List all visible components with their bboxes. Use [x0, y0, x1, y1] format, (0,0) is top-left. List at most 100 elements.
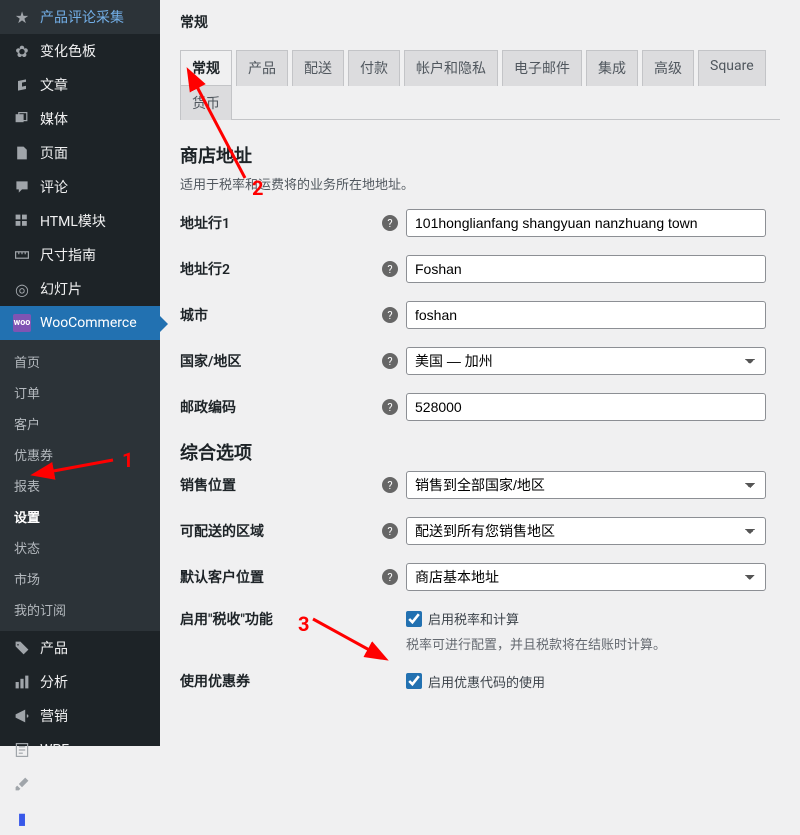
content-area: 常规 常规 产品 配送 付款 帐户和隐私 电子邮件 集成 高级 Square 货…	[160, 0, 800, 721]
sidebar-item-reviews[interactable]: ★ 产品评论采集	[0, 0, 160, 34]
checkbox-coupons-label: 启用优惠代码的使用	[428, 672, 545, 691]
input-address2[interactable]	[406, 255, 766, 283]
submenu-customers[interactable]: 客户	[0, 408, 160, 439]
label-default-customer: 默认客户位置	[180, 567, 380, 587]
label-shipping-location: 可配送的区域	[180, 521, 380, 541]
submenu-settings[interactable]: 设置	[0, 501, 160, 532]
help-icon[interactable]: ?	[382, 523, 398, 539]
label-enable-tax: 启用"税收"功能	[180, 609, 380, 629]
sidebar-item-slides[interactable]: ◎幻灯片	[0, 272, 160, 306]
select-default-customer[interactable]: 商店基本地址	[406, 563, 766, 591]
sidebar-item-theme-settings[interactable]: ▮ 主题设置	[0, 801, 160, 835]
submenu-reports[interactable]: 报表	[0, 470, 160, 501]
help-icon[interactable]: ?	[382, 261, 398, 277]
sidebar-label: 产品评论采集	[40, 7, 124, 27]
submenu-orders[interactable]: 订单	[0, 377, 160, 408]
palette-icon: ✿	[12, 41, 32, 61]
label-address1: 地址行1	[180, 213, 380, 233]
sidebar-label: 文章	[40, 75, 68, 95]
megaphone-icon	[12, 706, 32, 726]
sidebar-item-marketing[interactable]: 营销	[0, 699, 160, 733]
row-coupons: 使用优惠券 启用优惠代码的使用	[180, 671, 780, 691]
sidebar-label: 主题设置	[40, 808, 96, 828]
sidebar-item-comments[interactable]: 评论	[0, 170, 160, 204]
tab-square[interactable]: Square	[698, 50, 766, 86]
tab-emails[interactable]: 电子邮件	[502, 50, 582, 86]
row-enable-tax: 启用"税收"功能 启用税率和计算 税率可进行配置，并且税款将在结账时计算。	[180, 609, 780, 653]
sidebar-item-posts[interactable]: 文章	[0, 68, 160, 102]
tab-accounts[interactable]: 帐户和隐私	[404, 50, 498, 86]
general-options-title: 综合选项	[180, 439, 780, 465]
page-title: 常规	[160, 0, 800, 32]
admin-sidebar: ★ 产品评论采集 ✿ 变化色板 文章 媒体 页面 评论 HTML模块 尺寸指南 ◎幻…	[0, 0, 160, 746]
sidebar-label: WPForms	[40, 742, 101, 758]
label-country: 国家/地区	[180, 351, 380, 371]
sidebar-item-pages[interactable]: 页面	[0, 136, 160, 170]
star-icon: ★	[12, 7, 32, 27]
ruler-icon	[12, 245, 32, 265]
submenu-home[interactable]: 首页	[0, 346, 160, 377]
submenu-coupons[interactable]: 优惠券	[0, 439, 160, 470]
row-address2: 地址行2 ?	[180, 255, 780, 283]
label-coupons: 使用优惠券	[180, 671, 380, 691]
sidebar-item-media[interactable]: 媒体	[0, 102, 160, 136]
help-icon[interactable]: ?	[382, 307, 398, 323]
tab-payments[interactable]: 付款	[348, 50, 400, 86]
sidebar-label: 页面	[40, 143, 68, 163]
help-icon[interactable]: ?	[382, 353, 398, 369]
tab-advanced[interactable]: 高级	[642, 50, 694, 86]
checkbox-coupons[interactable]	[406, 673, 422, 689]
select-selling-location[interactable]: 销售到全部国家/地区	[406, 471, 766, 499]
wpforms-icon	[12, 740, 32, 760]
checkbox-coupons-wrap[interactable]: 启用优惠代码的使用	[406, 672, 780, 691]
comment-icon	[12, 177, 32, 197]
sidebar-item-analytics[interactable]: 分析	[0, 665, 160, 699]
select-shipping-location[interactable]: 配送到所有您销售地区	[406, 517, 766, 545]
annotation-number-2: 2	[252, 176, 263, 200]
tab-integration[interactable]: 集成	[586, 50, 638, 86]
store-address-desc: 适用于税率和运费将的业务所在地地址。	[180, 174, 780, 193]
tab-products[interactable]: 产品	[236, 50, 288, 86]
row-address1: 地址行1 ?	[180, 209, 780, 237]
sidebar-item-swatches[interactable]: ✿ 变化色板	[0, 34, 160, 68]
label-postcode: 邮政编码	[180, 397, 380, 417]
sidebar-label: 变化色板	[40, 41, 96, 61]
submenu-subscriptions[interactable]: 我的订阅	[0, 594, 160, 625]
select-country[interactable]: 美国 — 加州	[406, 347, 766, 375]
submenu-status[interactable]: 状态	[0, 532, 160, 563]
sidebar-label: 评论	[40, 177, 68, 197]
help-icon[interactable]: ?	[382, 399, 398, 415]
help-icon[interactable]: ?	[382, 215, 398, 231]
sidebar-item-sizeguide[interactable]: 尺寸指南	[0, 238, 160, 272]
settings-tabs: 常规 产品 配送 付款 帐户和隐私 电子邮件 集成 高级 Square 货币	[180, 50, 780, 120]
annotation-number-1: 1	[122, 448, 133, 472]
row-city: 城市 ?	[180, 301, 780, 329]
slides-icon: ◎	[12, 279, 32, 299]
sidebar-item-woocommerce[interactable]: woo WooCommerce	[0, 306, 160, 340]
help-icon[interactable]: ?	[382, 569, 398, 585]
sidebar-item-products[interactable]: 产品	[0, 631, 160, 665]
submenu-market[interactable]: 市场	[0, 563, 160, 594]
checkbox-enable-tax-wrap[interactable]: 启用税率和计算	[406, 609, 780, 628]
sidebar-item-appearance[interactable]: 外观	[0, 767, 160, 801]
annotation-number-3: 3	[298, 612, 309, 636]
sidebar-label: 分析	[40, 672, 68, 692]
product-icon	[12, 638, 32, 658]
sidebar-item-html[interactable]: HTML模块	[0, 204, 160, 238]
checkbox-enable-tax[interactable]	[406, 611, 422, 627]
help-icon[interactable]: ?	[382, 477, 398, 493]
input-city[interactable]	[406, 301, 766, 329]
input-postcode[interactable]	[406, 393, 766, 421]
tab-currency[interactable]: 货币	[180, 85, 232, 120]
input-address1[interactable]	[406, 209, 766, 237]
store-address-title: 商店地址	[180, 142, 780, 168]
row-selling-location: 销售位置 ? 销售到全部国家/地区	[180, 471, 780, 499]
sidebar-label: 尺寸指南	[40, 245, 96, 265]
theme-icon: ▮	[12, 808, 32, 828]
tab-general[interactable]: 常规	[180, 50, 232, 86]
sidebar-label: 营销	[40, 706, 68, 726]
sidebar-item-wpforms[interactable]: WPForms	[0, 733, 160, 767]
store-address-section: 商店地址 适用于税率和运费将的业务所在地地址。 地址行1 ? 地址行2 ? 城市…	[160, 120, 800, 721]
page-icon	[12, 143, 32, 163]
tab-shipping[interactable]: 配送	[292, 50, 344, 86]
